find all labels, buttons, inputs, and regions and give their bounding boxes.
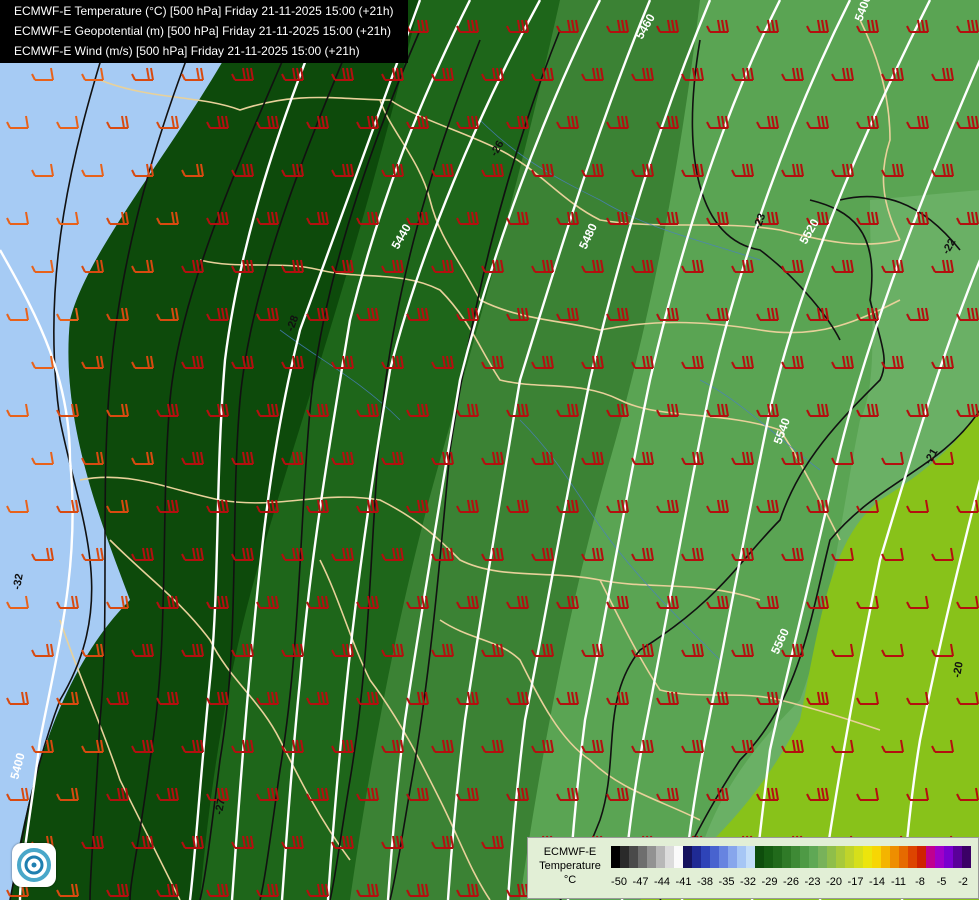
legend-tick-label: -11	[890, 876, 907, 888]
legend-swatch	[863, 846, 872, 868]
header-temperature-line: ECMWF-E Temperature (°C) [500 hPa] Frida…	[14, 4, 394, 18]
legend-swatch	[953, 846, 962, 868]
legend-tick-label: -5	[936, 876, 947, 888]
legend-swatch	[944, 846, 953, 868]
map-header: ECMWF-E Temperature (°C) [500 hPa] Frida…	[0, 0, 408, 63]
legend-tick-label: -17	[847, 876, 864, 888]
legend-swatch	[818, 846, 827, 868]
legend-tick-label: -8	[915, 876, 925, 888]
legend-swatch	[746, 846, 755, 868]
legend-swatch	[755, 846, 764, 868]
legend-tick-label: -44	[654, 876, 670, 888]
legend-swatch	[899, 846, 908, 868]
legend-swatch	[917, 846, 926, 868]
legend-swatch	[701, 846, 710, 868]
weather-model-logo-icon	[12, 843, 56, 887]
legend-swatch	[647, 846, 656, 868]
legend-swatch	[773, 846, 782, 868]
legend-tick-label: -20	[826, 876, 842, 888]
legend-tick-label: -32	[740, 876, 756, 888]
legend-swatch	[719, 846, 728, 868]
legend-tick-label: -35	[718, 876, 735, 888]
legend-swatch	[620, 846, 629, 868]
legend-swatch	[692, 846, 701, 868]
legend-color-bar	[611, 846, 971, 868]
legend-tick-label: -47	[632, 876, 649, 888]
legend-tick-label: -26	[783, 876, 799, 888]
legend-swatch	[629, 846, 638, 868]
legend-swatch	[809, 846, 818, 868]
legend-swatch	[881, 846, 890, 868]
legend-swatch	[665, 846, 674, 868]
legend-swatch	[800, 846, 809, 868]
legend-swatch	[656, 846, 665, 868]
map-stage: 5400 5440 5460 5480 5520 5540 5560 5400 …	[0, 0, 979, 900]
legend-swatch	[827, 846, 836, 868]
weather-map: 5400 5440 5460 5480 5520 5540 5560 5400 …	[0, 0, 979, 900]
legend-swatch	[962, 846, 971, 868]
legend-tick-label: -29	[761, 876, 778, 888]
legend-swatch	[683, 846, 692, 868]
legend-tick-label: -41	[675, 876, 692, 888]
legend-tick-label: -14	[869, 876, 885, 888]
legend-swatch	[935, 846, 944, 868]
legend-tick-labels: -50 -47 -44 -41 -38 -35 -32 -29 -26 -23 -20 -17 -14-…	[611, 876, 971, 890]
legend-swatch	[926, 846, 935, 868]
legend-swatch	[890, 846, 899, 868]
legend-title-model: ECMWF-E	[543, 846, 597, 858]
legend-swatch	[611, 846, 620, 868]
legend-title-unit: °C	[563, 874, 577, 886]
temperature-legend: ECMWF-E Temperature °C -50 -47 -44 -41 -38 -3…	[527, 837, 979, 899]
legend-swatch	[638, 846, 647, 868]
legend-tick-label: -50	[611, 876, 627, 888]
legend-swatch	[845, 846, 854, 868]
legend-swatch	[872, 846, 881, 868]
legend-tick-label: -38	[697, 876, 713, 888]
legend-swatch	[728, 846, 737, 868]
legend-tick-label: -2	[958, 876, 968, 888]
legend-tick-label: -23	[804, 876, 821, 888]
legend-swatch	[782, 846, 791, 868]
header-wind-line: ECMWF-E Wind (m/s) [500 hPa] Friday 21-1…	[14, 44, 360, 58]
legend-swatch	[836, 846, 845, 868]
header-geopotential-line: ECMWF-E Geopotential (m) [500 hPa] Frida…	[14, 24, 391, 38]
legend-swatch	[854, 846, 863, 868]
legend-swatch	[764, 846, 773, 868]
legend-swatch	[737, 846, 746, 868]
legend-swatch	[908, 846, 917, 868]
legend-title-variable: Temperature	[539, 860, 601, 872]
legend-title: ECMWF-E Temperature °C	[530, 845, 610, 887]
legend-swatch	[791, 846, 800, 868]
legend-swatch	[710, 846, 719, 868]
legend-swatch	[674, 846, 683, 868]
